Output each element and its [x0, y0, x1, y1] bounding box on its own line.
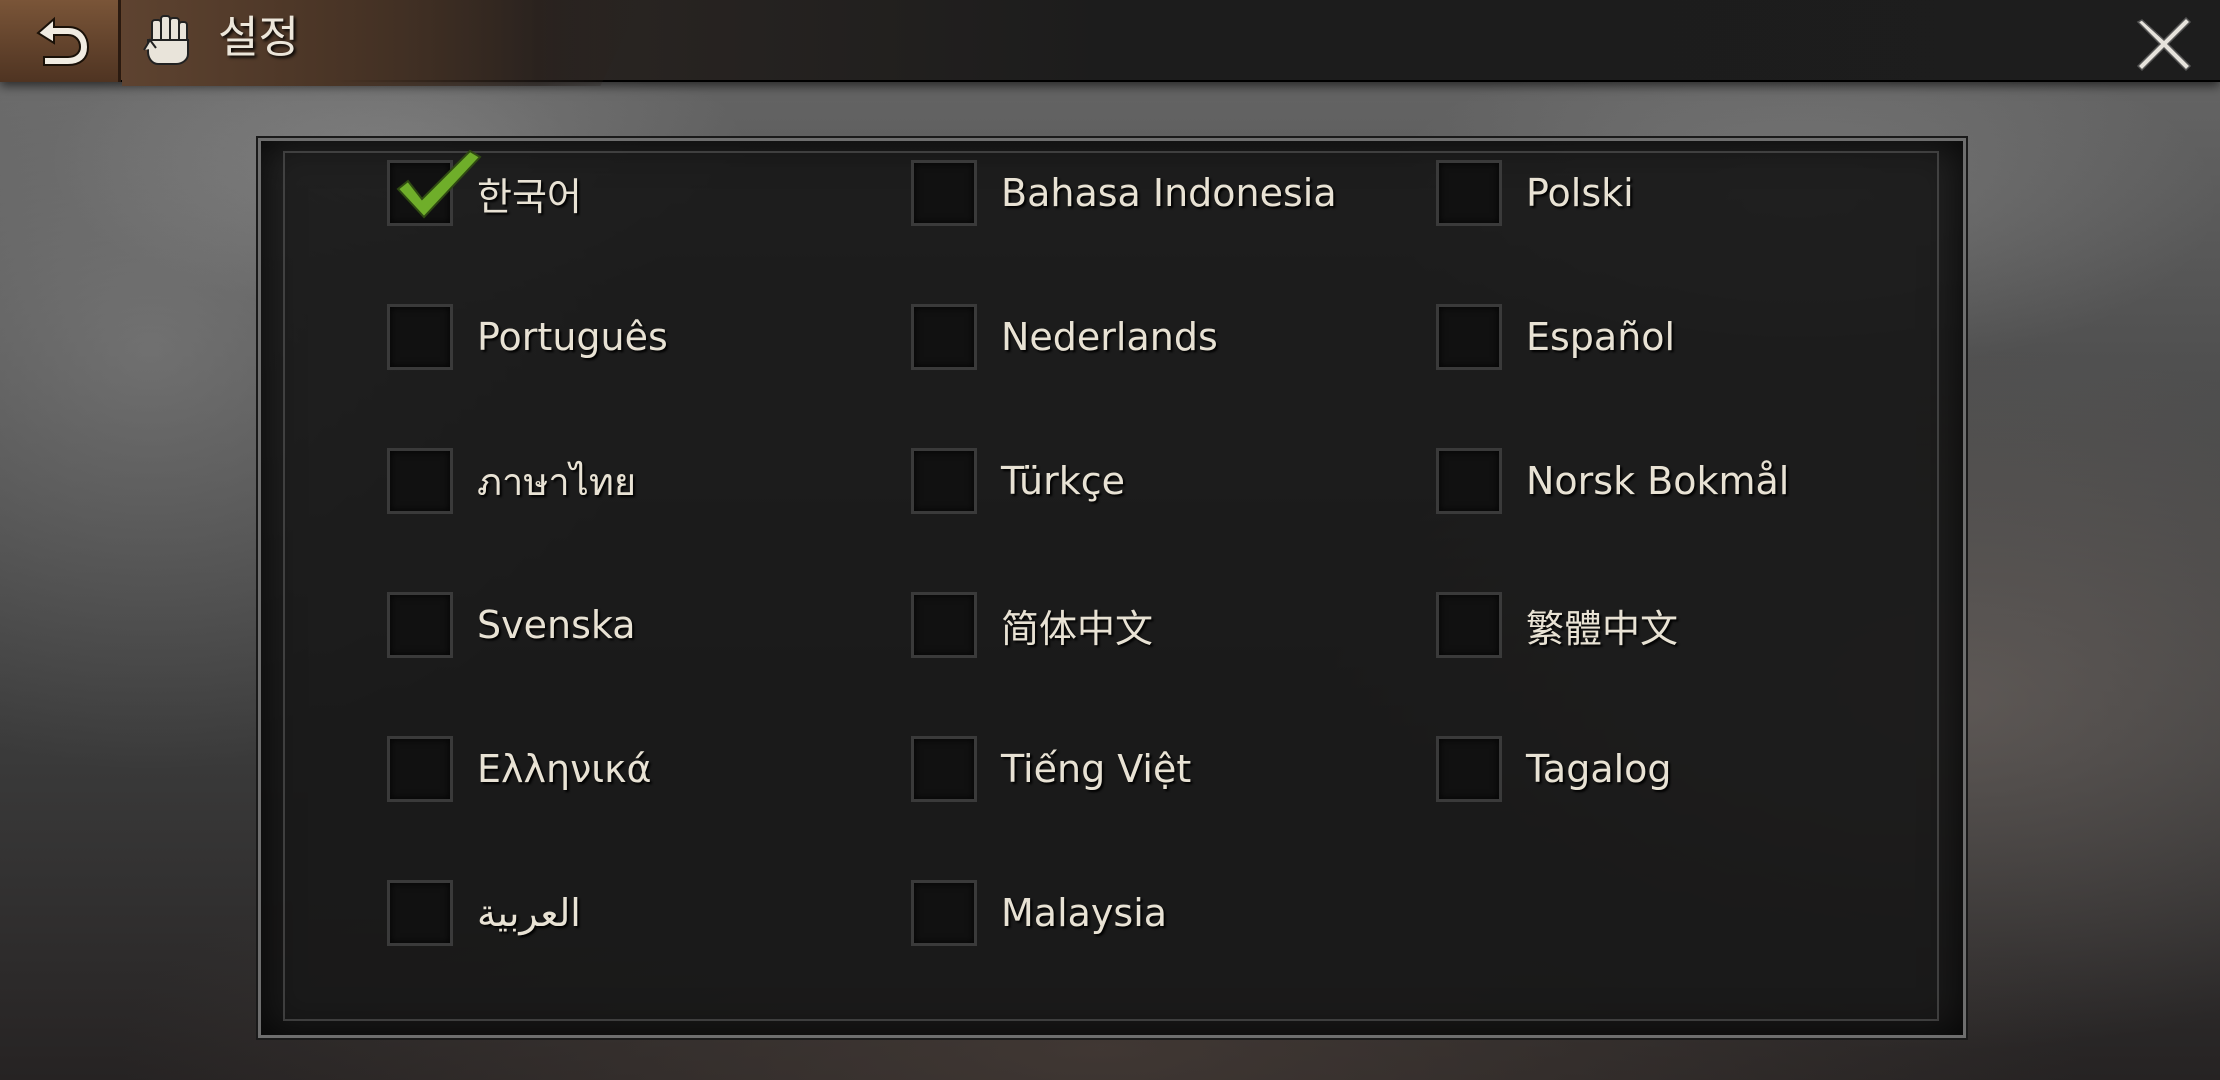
- language-checkbox[interactable]: [387, 304, 453, 370]
- language-option[interactable]: العربية: [387, 877, 581, 949]
- close-button[interactable]: [2128, 8, 2200, 80]
- language-checkbox[interactable]: [387, 149, 482, 226]
- language-label: Tagalog: [1526, 747, 1672, 791]
- language-checkbox[interactable]: [1436, 736, 1502, 802]
- language-option[interactable]: 简体中文: [911, 589, 1153, 661]
- language-checkbox[interactable]: [387, 592, 453, 658]
- language-label: Tiếng Việt: [1001, 747, 1192, 791]
- fist-icon: [143, 15, 189, 65]
- language-label: Ελληνικά: [477, 747, 652, 791]
- language-option[interactable]: Svenska: [387, 589, 636, 661]
- language-label: 한국어: [477, 174, 582, 219]
- language-option[interactable]: Español: [1436, 301, 1675, 373]
- language-label: Türkçe: [1001, 459, 1125, 503]
- language-checkbox[interactable]: [1436, 592, 1502, 658]
- language-checkbox[interactable]: [911, 160, 977, 226]
- language-checkbox[interactable]: [1436, 160, 1502, 226]
- language-label: العربية: [477, 891, 581, 935]
- language-checkbox[interactable]: [911, 736, 977, 802]
- language-label: Português: [477, 315, 668, 359]
- language-label: ภาษาไทย: [477, 459, 637, 504]
- language-option[interactable]: Bahasa Indonesia: [911, 157, 1337, 229]
- close-icon: [2136, 16, 2192, 72]
- language-option[interactable]: Nederlands: [911, 301, 1218, 373]
- language-option[interactable]: Português: [387, 301, 668, 373]
- language-label: Norsk Bokmål: [1526, 459, 1790, 503]
- language-checkbox[interactable]: [911, 448, 977, 514]
- language-option[interactable]: Ελληνικά: [387, 733, 652, 805]
- back-button[interactable]: [0, 0, 121, 82]
- language-label: Español: [1526, 315, 1676, 359]
- title-plate: [122, 0, 642, 86]
- language-option[interactable]: 繁體中文: [1436, 589, 1678, 661]
- language-checkbox[interactable]: [1436, 448, 1502, 514]
- language-checkbox[interactable]: [1436, 304, 1502, 370]
- checkmark-icon: [396, 149, 482, 219]
- language-option[interactable]: Tagalog: [1436, 733, 1672, 805]
- language-option[interactable]: Malaysia: [911, 877, 1167, 949]
- language-label: Polski: [1526, 171, 1634, 215]
- language-label: Nederlands: [1001, 315, 1218, 359]
- language-label: Svenska: [477, 603, 636, 647]
- language-label: Bahasa Indonesia: [1001, 171, 1337, 215]
- language-checkbox[interactable]: [911, 880, 977, 946]
- top-bar: 설정: [0, 0, 2220, 86]
- language-option[interactable]: Tiếng Việt: [911, 733, 1191, 805]
- back-arrow-icon: [36, 16, 90, 66]
- page-title: 설정: [218, 12, 299, 63]
- language-option[interactable]: ภาษาไทย: [387, 445, 636, 517]
- language-option[interactable]: Norsk Bokmål: [1436, 445, 1789, 517]
- language-checkbox[interactable]: [387, 880, 453, 946]
- settings-screen: 설정 한국어 Bahasa Indonesia Polski Português Ned…: [0, 0, 2220, 1080]
- language-label: 简体中文: [1001, 606, 1154, 651]
- language-checkbox[interactable]: [387, 736, 453, 802]
- language-checkbox[interactable]: [911, 592, 977, 658]
- language-checkbox[interactable]: [387, 448, 453, 514]
- language-option[interactable]: Polski: [1436, 157, 1634, 229]
- language-label: Malaysia: [1001, 891, 1168, 935]
- language-label: 繁體中文: [1526, 606, 1679, 651]
- language-option[interactable]: Türkçe: [911, 445, 1125, 517]
- language-option[interactable]: 한국어: [387, 149, 582, 229]
- language-checkbox[interactable]: [911, 304, 977, 370]
